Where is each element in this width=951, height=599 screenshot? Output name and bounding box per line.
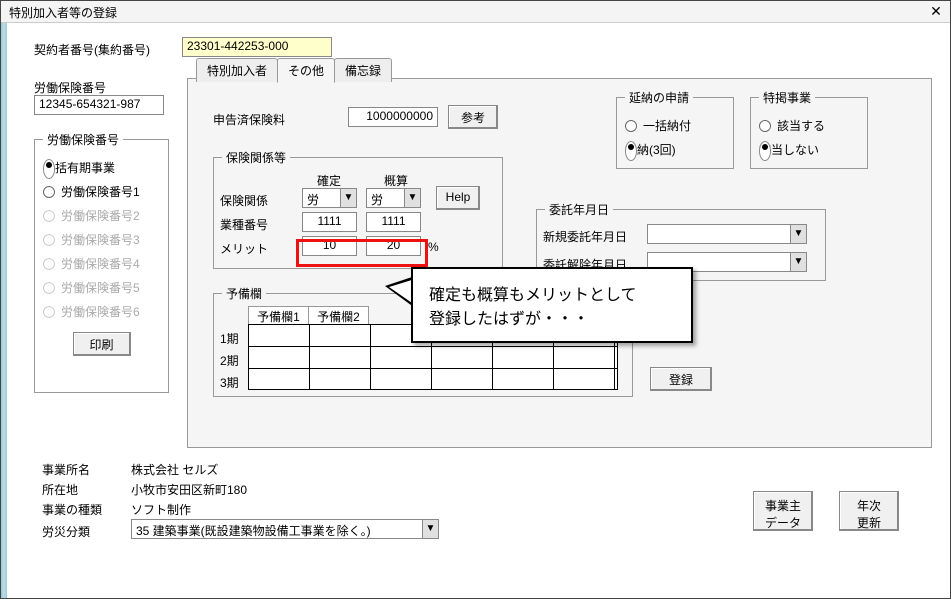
office-value: 株式会社 セルズ [131, 461, 218, 478]
window-title: 特別加入者等の登録 [9, 6, 117, 20]
industry-kakutei[interactable]: 1111 [302, 212, 357, 232]
relation-gaisan-select[interactable]: 労▼ [366, 188, 421, 208]
col-gaisan: 概算 [384, 172, 408, 189]
reserve-title: 予備欄 [222, 285, 266, 302]
reference-button[interactable]: 参考 [448, 105, 498, 129]
declared-label: 申告済保険料 [213, 111, 285, 128]
labor-ins-group: 労働保険番号 一括有期事業 労働保険番号1 労働保険番号2 労働保険番号3 労働… [34, 131, 169, 393]
row-industry: 業種番号 [220, 216, 268, 233]
reserve-row3: 3期 [220, 374, 239, 391]
row-merit: メリット [220, 240, 268, 257]
labor-radio-6: 労働保険番号6 [43, 303, 160, 320]
chevron-down-icon: ▼ [790, 253, 806, 271]
callout-line2: 登録したはずが・・・ [429, 305, 675, 329]
labor-ins-no-value: 12345-654321-987 [34, 95, 164, 115]
deferral-radio-0[interactable]: 一括納付 [625, 117, 725, 134]
relation-kakutei-select[interactable]: 労▼ [302, 188, 357, 208]
reserve-row2: 2期 [220, 352, 239, 369]
industry-gaisan[interactable]: 1111 [366, 212, 421, 232]
close-icon[interactable]: ✕ [925, 2, 947, 20]
callout: 確定も概算もメリットとして 登録したはずが・・・ [411, 267, 693, 343]
chevron-down-icon: ▼ [340, 189, 356, 207]
contract-no-label: 契約者番号(集約番号) [34, 41, 150, 58]
relation-group: 保険関係等 確定 概算 保険関係 労▼ 労▼ Help 業種番号 1111 11… [213, 149, 503, 269]
tabs: 特別加入者 その他 備忘録 [196, 58, 391, 79]
pct-label: % [428, 240, 439, 254]
special-radio-1[interactable]: 該当しない [759, 141, 859, 158]
office-label: 事業所名 [42, 461, 90, 478]
deferral-group: 延納の申請 一括納付 分納(3回) [616, 89, 734, 169]
reserve-row1: 1期 [220, 330, 239, 347]
labor-radio-0[interactable]: 一括有期事業 [43, 159, 160, 176]
callout-line1: 確定も概算もメリットとして [429, 281, 675, 305]
annual-update-button[interactable]: 年次 更新 [839, 491, 899, 531]
deferral-radio-1[interactable]: 分納(3回) [625, 141, 725, 158]
class-select[interactable]: 35 建築事業(既設建築物設備工事業を除く。)▼ [131, 519, 439, 539]
addr-value: 小牧市安田区新町180 [131, 481, 247, 498]
chevron-down-icon: ▼ [790, 225, 806, 243]
special-biz-title: 特掲事業 [759, 89, 815, 106]
owner-data-button[interactable]: 事業主 データ [753, 491, 813, 531]
register-button[interactable]: 登録 [650, 367, 712, 391]
print-button[interactable]: 印刷 [73, 332, 131, 356]
labor-radio-3: 労働保険番号3 [43, 231, 160, 248]
labor-radio-5: 労働保険番号5 [43, 279, 160, 296]
special-radio-0[interactable]: 該当する [759, 117, 859, 134]
entrust-title: 委託年月日 [545, 201, 613, 218]
chevron-down-icon: ▼ [404, 189, 420, 207]
addr-label: 所在地 [42, 481, 78, 498]
tab-special[interactable]: 特別加入者 [196, 58, 278, 82]
chevron-down-icon: ▼ [422, 520, 438, 538]
deferral-title: 延納の申請 [625, 89, 693, 106]
kind-value: ソフト制作 [131, 501, 191, 518]
kind-label: 事業の種類 [42, 501, 102, 518]
labor-radio-2: 労働保険番号2 [43, 207, 160, 224]
help-button[interactable]: Help [436, 186, 480, 210]
labor-radio-1[interactable]: 労働保険番号1 [43, 183, 160, 200]
col-kakutei: 確定 [317, 172, 341, 189]
left-scroll-strip [1, 19, 7, 598]
relation-title: 保険関係等 [222, 149, 290, 166]
special-biz-group: 特掲事業 該当する 該当しない [750, 89, 868, 169]
merit-gaisan[interactable]: 20 [366, 236, 421, 256]
titlebar: 特別加入者等の登録 ✕ [1, 1, 950, 23]
contract-no-value: 23301-442253-000 [182, 37, 332, 57]
main-panel: 特別加入者 その他 備忘録 申告済保険料 1000000000 参考 延納の申請… [187, 78, 932, 448]
labor-ins-group-title: 労働保険番号 [43, 131, 123, 148]
tab-notes[interactable]: 備忘録 [334, 58, 392, 82]
class-label: 労災分類 [42, 523, 90, 540]
labor-ins-no-label: 労働保険番号 [34, 79, 106, 96]
entrust-new-select[interactable]: ▼ [647, 224, 807, 244]
labor-radio-4: 労働保険番号4 [43, 255, 160, 272]
declared-value[interactable]: 1000000000 [348, 107, 438, 127]
entrust-new-label: 新規委託年月日 [543, 228, 627, 245]
tab-other[interactable]: その他 [277, 58, 335, 83]
merit-kakutei[interactable]: 10 [302, 236, 357, 256]
row-relation: 保険関係 [220, 192, 268, 209]
